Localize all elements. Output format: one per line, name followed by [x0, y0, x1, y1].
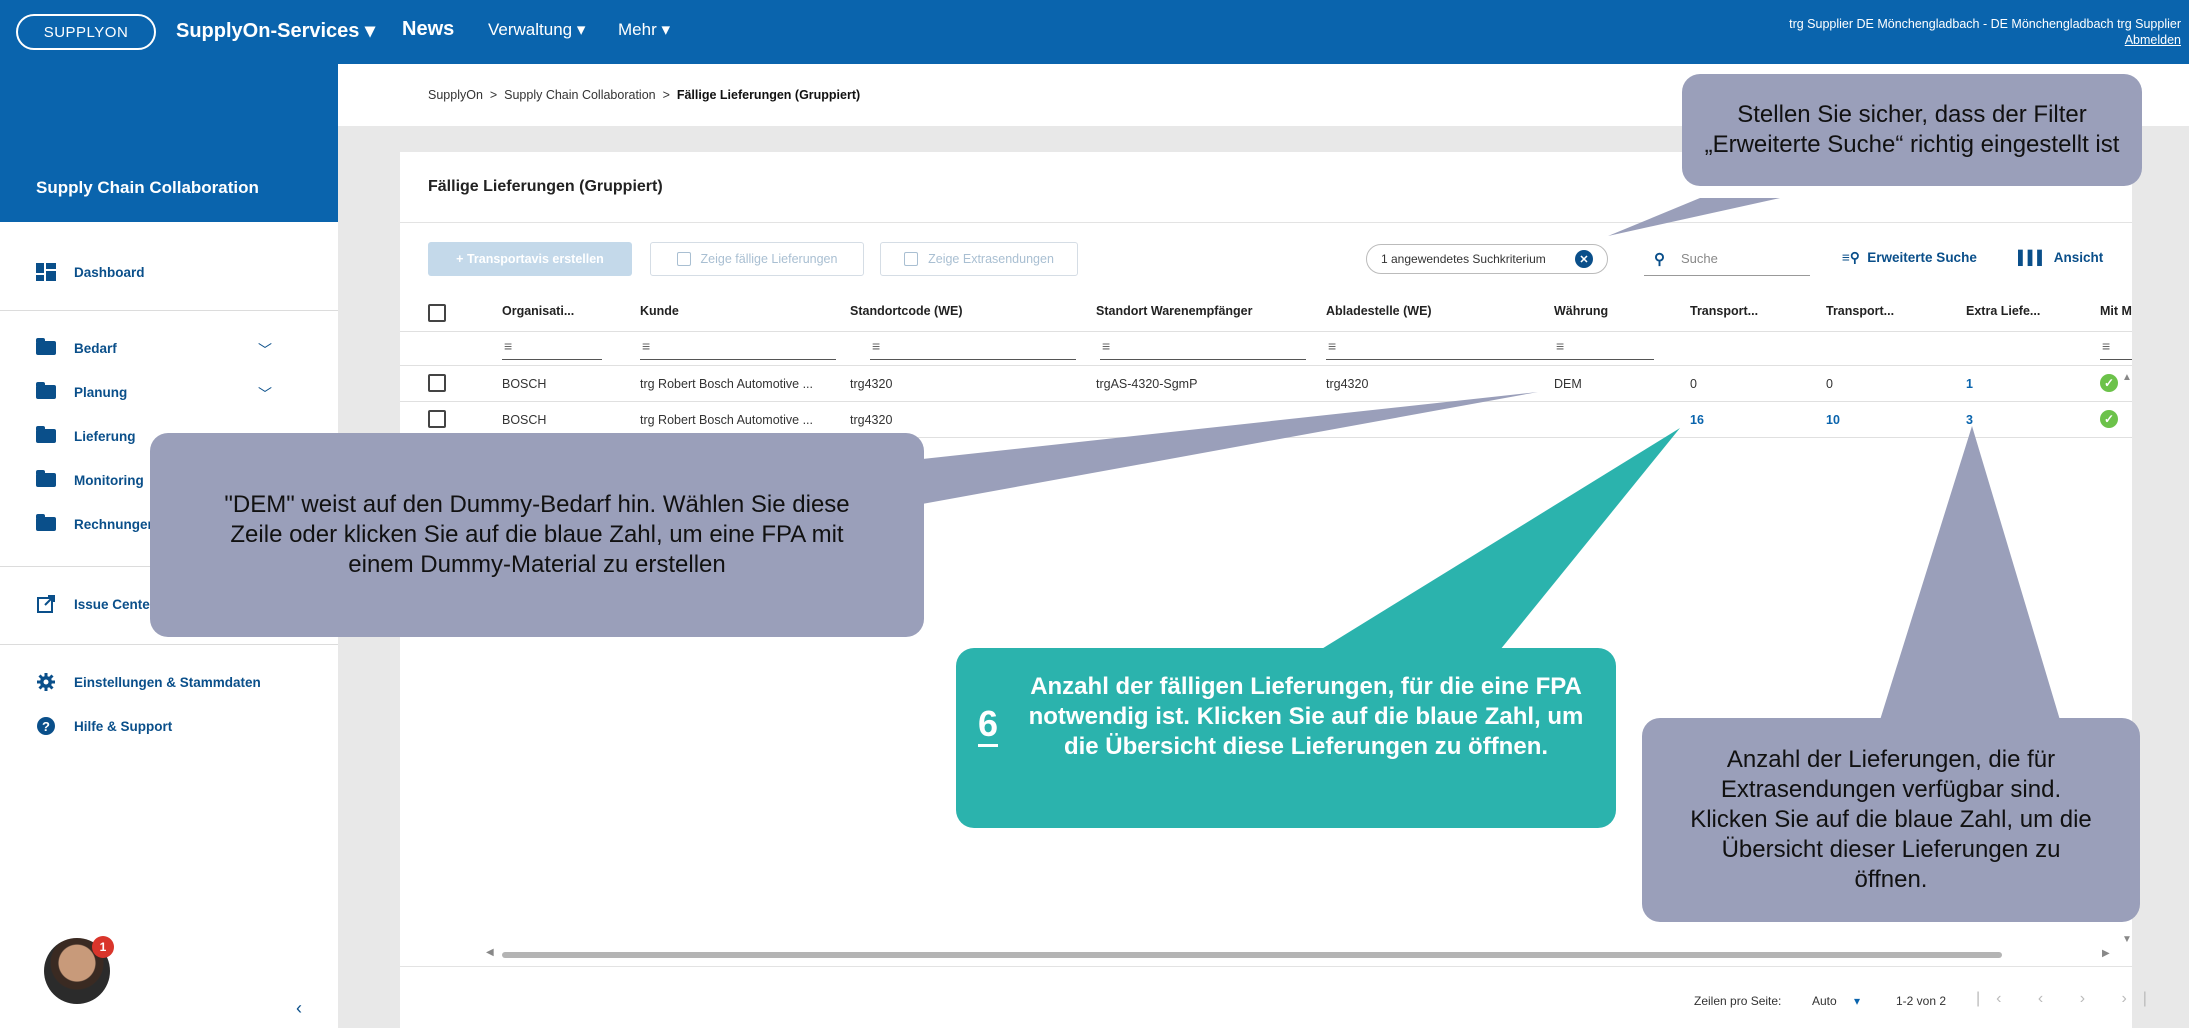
callout-dem-hint: "DEM" weist auf den Dummy-Bedarf hin. Wä… — [150, 433, 924, 637]
callout-due-deliveries: 6 Anzahl der fälligen Lieferungen, für d… — [956, 648, 1616, 828]
callout-extra-shipments: Anzahl der Lieferungen, die für Extrasen… — [1642, 718, 2140, 922]
callout-filter-hint: Stellen Sie sicher, dass der Filter „Erw… — [1682, 74, 2142, 186]
step-number: 6 — [978, 704, 999, 747]
callout-text: Anzahl der fälligen Lieferungen, für die… — [1028, 673, 1584, 760]
